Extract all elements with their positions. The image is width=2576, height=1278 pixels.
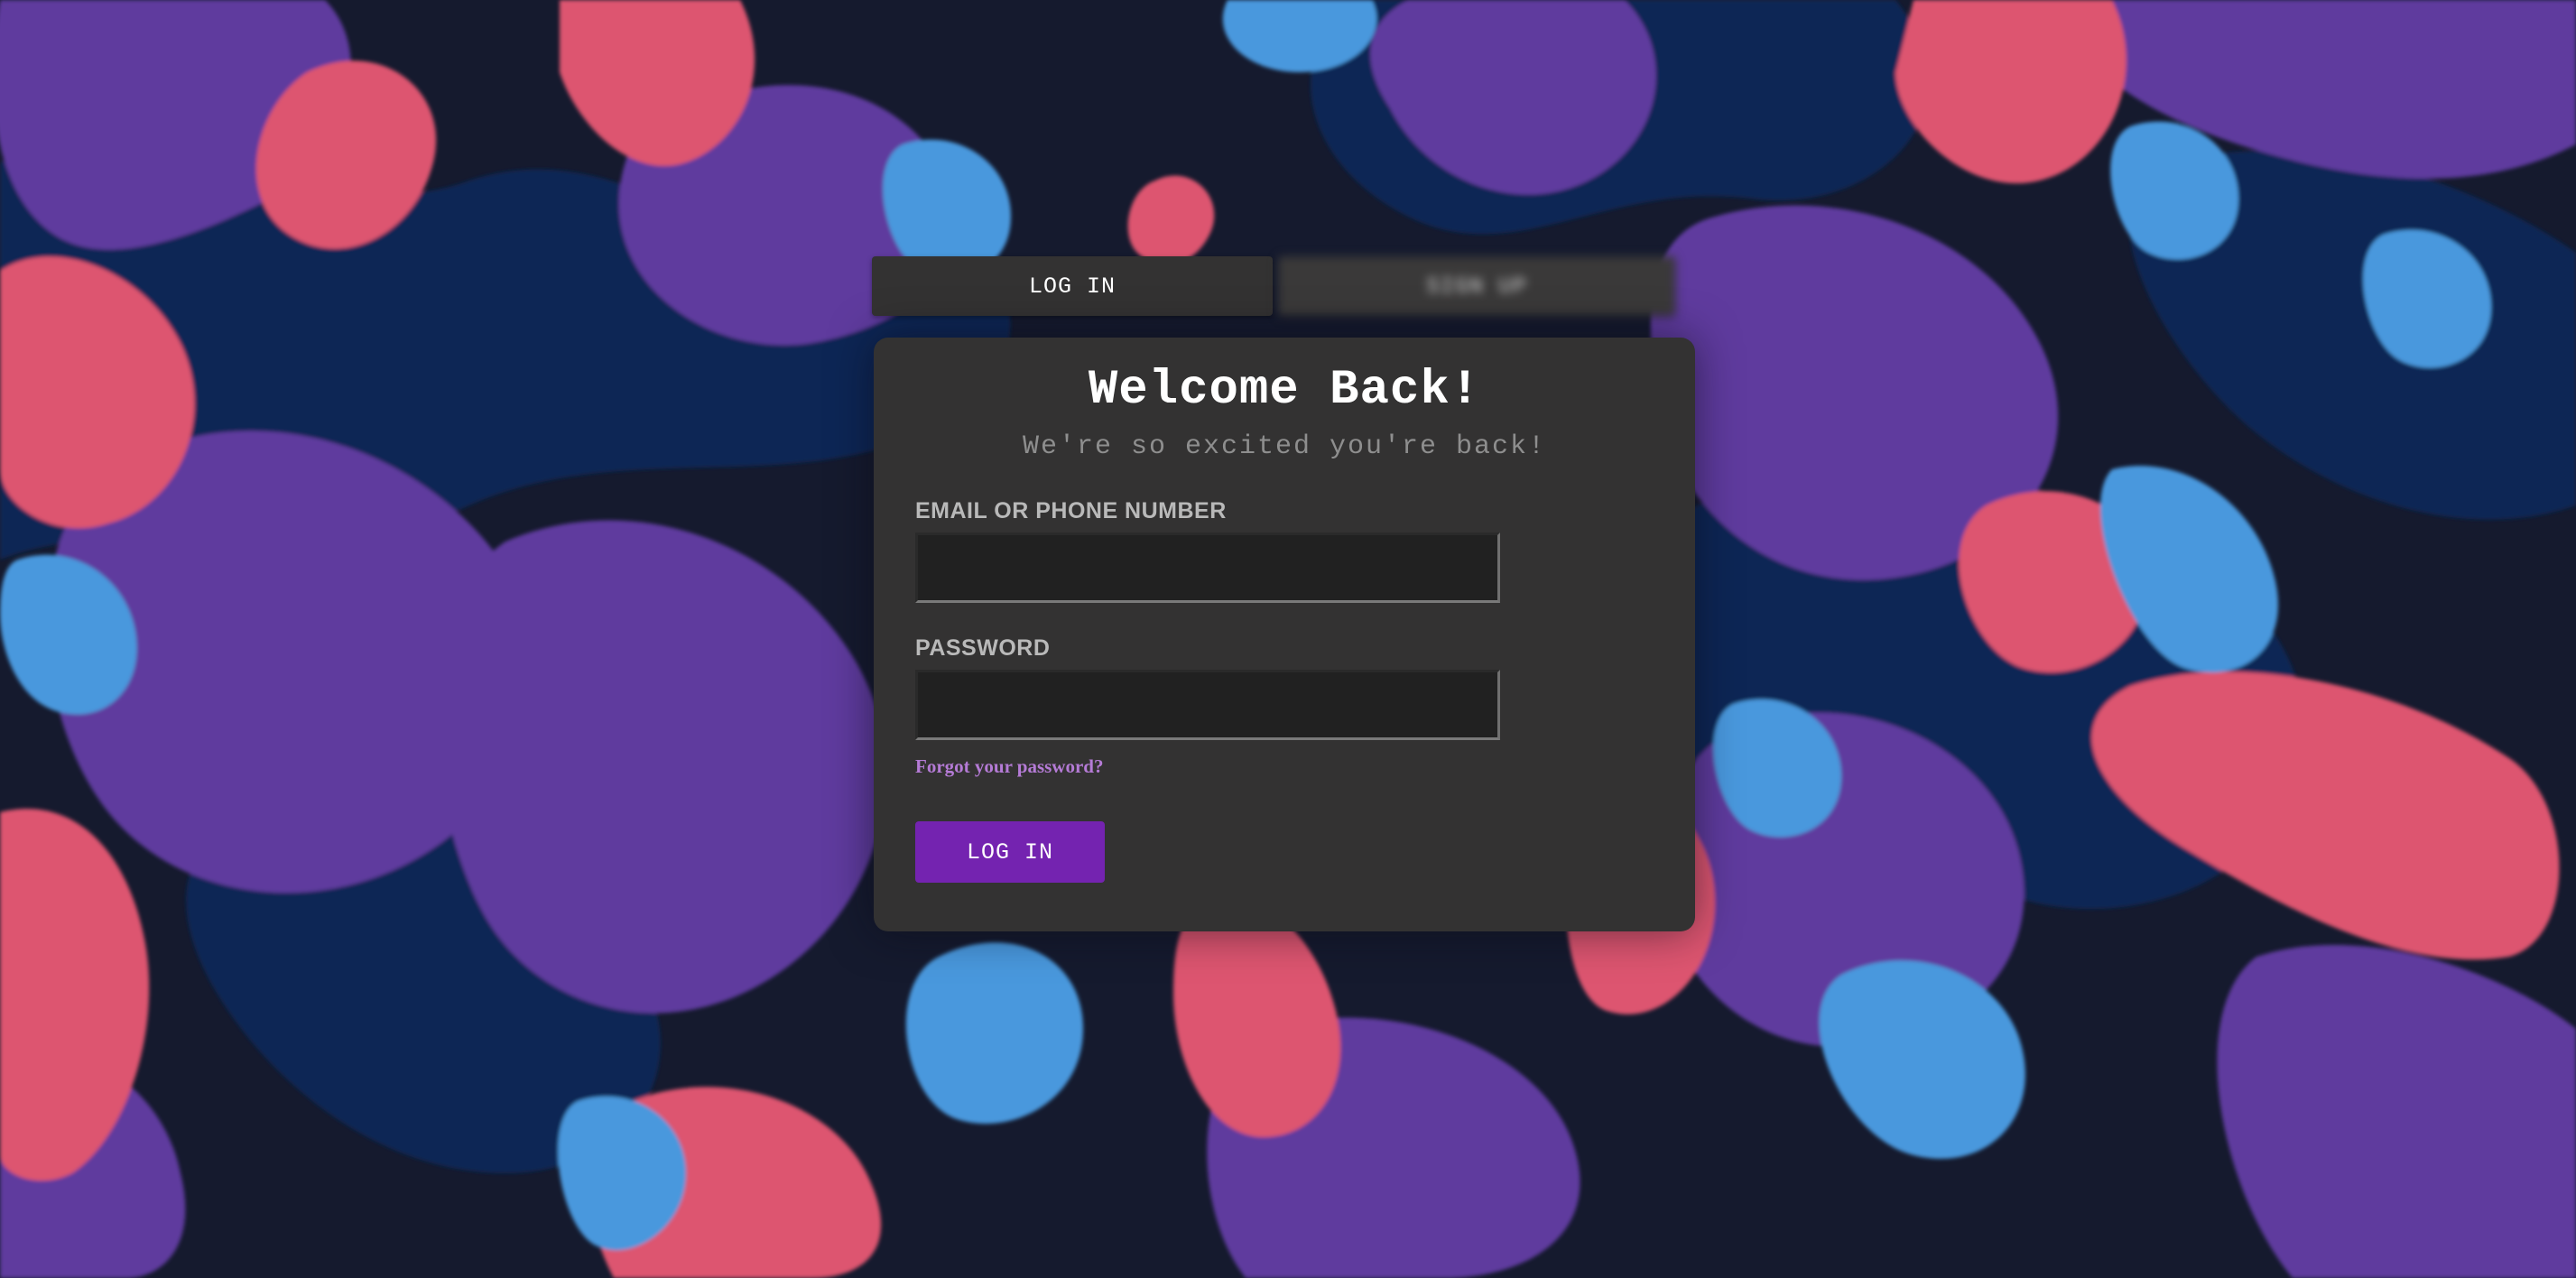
tab-sign-up[interactable]: SIGN UP: [1278, 256, 1675, 316]
email-field[interactable]: [915, 532, 1500, 603]
page-title: Welcome Back!: [1088, 363, 1481, 418]
forgot-password-link[interactable]: Forgot your password?: [915, 755, 1103, 778]
tab-log-in[interactable]: LOG IN: [872, 256, 1273, 316]
password-label: PASSWORD: [915, 635, 1051, 661]
log-in-button[interactable]: LOG IN: [915, 821, 1105, 883]
page-subtitle: We're so excited you're back!: [1022, 431, 1547, 462]
email-label: EMAIL OR PHONE NUMBER: [915, 498, 1227, 523]
login-card: Welcome Back! We're so excited you're ba…: [874, 338, 1695, 931]
password-field[interactable]: [915, 670, 1500, 740]
